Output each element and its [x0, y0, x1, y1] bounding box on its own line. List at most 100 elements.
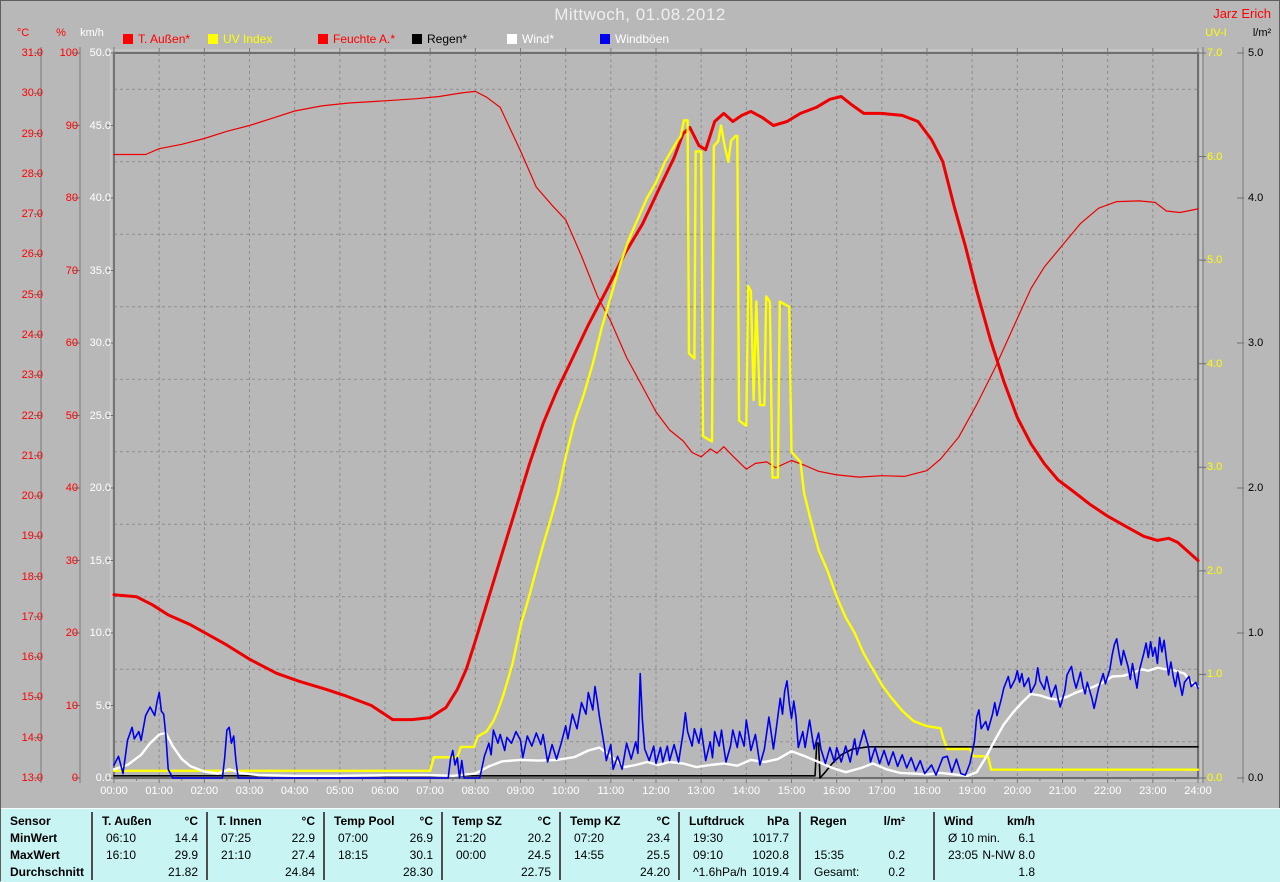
sensor-name: Regen	[810, 813, 847, 828]
sensor-time: 19:30	[693, 830, 724, 845]
table-row-label: MinWert	[1, 829, 91, 846]
sensor-unit: l/m²	[883, 813, 905, 828]
y-tick-label-UV-I: 1.0	[1207, 668, 1223, 681]
table-cell: Temp Pool °C	[323, 812, 441, 829]
weather-chart	[34, 47, 1244, 783]
sensor-value: 21.82	[167, 864, 198, 879]
sensor-unit: °C	[301, 813, 315, 828]
sensor-value: 29.9	[174, 847, 198, 862]
table-cell: 14:55 25.5	[559, 846, 678, 863]
y-tick-label-l/m²: 1.0	[1248, 627, 1264, 639]
table-cell: Temp SZ °C	[441, 812, 559, 829]
sensor-value: 27.4	[291, 847, 315, 862]
y-tick-label-UV-I: 6.0	[1207, 150, 1223, 163]
sensor-unit: °C	[656, 813, 670, 828]
table-cell: 06:10 14.4	[91, 829, 206, 846]
sensor-time: ^1.6hPa/h	[693, 864, 747, 879]
sensor-value: 6.1	[1018, 830, 1035, 845]
legend-swatch-icon	[600, 34, 610, 44]
table-cell: 21.82	[91, 863, 206, 880]
sensor-value: N-NW 8.0	[982, 847, 1035, 862]
y-tick-label-UV-I: 5.0	[1207, 254, 1223, 267]
sensor-time: 00:00	[456, 847, 487, 862]
x-tick-label: 24:00	[1184, 785, 1212, 797]
sensor-name: Temp SZ	[452, 813, 502, 828]
table-cell: 18:15 30.1	[323, 846, 441, 863]
y-tick-label-km/h: 30.0	[89, 337, 111, 349]
legend-swatch-icon	[123, 34, 133, 44]
legend-label: UV Index	[223, 32, 273, 46]
sensor-unit: hPa	[766, 813, 789, 828]
sensor-time: Ø 10 min.	[948, 830, 1001, 845]
y-tick-label-°C: 18.0	[21, 570, 43, 583]
legend-label: Regen*	[427, 32, 468, 46]
table-cell: 24.84	[206, 863, 323, 880]
sensor-value: 20.2	[527, 830, 551, 845]
legend-swatch-icon	[318, 34, 328, 44]
sensor-value: 22.75	[520, 864, 551, 879]
table-cell: 28.30	[323, 863, 441, 880]
sensor-value: 1017.7	[752, 830, 789, 845]
sensor-time: 23:05	[948, 847, 979, 862]
y-tick-label-°C: 28.0	[21, 167, 43, 180]
y-tick-label-l/m²: 0.0	[1248, 772, 1264, 784]
sensor-value: 14.4	[174, 830, 198, 845]
sensor-summary-table: Sensor T. Außen °C T. Innen °C Temp Pool °C Tem…	[1, 808, 1280, 882]
y-tick-label-°C: 16.0	[21, 651, 43, 664]
sensor-value: 25.5	[646, 847, 670, 862]
table-row-label-text: Durchschnitt	[10, 864, 85, 879]
sensor-unit: km/h	[1006, 813, 1035, 828]
sensor-time: 16:10	[106, 847, 137, 862]
table-cell: 15:35 0.2	[799, 846, 933, 863]
y-tick-label-°C: 19.0	[21, 530, 43, 543]
table-cell: Temp KZ °C	[559, 812, 678, 829]
sensor-time: 07:20	[574, 830, 605, 845]
y-tick-label-°C: 21.0	[21, 449, 43, 462]
table-cell: ^1.6hPa/h 1019.4	[678, 863, 799, 880]
y-tick-label-°C: 26.0	[21, 248, 43, 261]
sensor-value: 23.4	[646, 830, 670, 845]
sensor-time: 14:55	[574, 847, 605, 862]
y-tick-label-l/m²: 4.0	[1248, 192, 1264, 204]
y-tick-label-km/h: 35.0	[89, 264, 111, 277]
y-tick-label-°C: 14.0	[21, 731, 43, 744]
table-cell: 21:20 20.2	[441, 829, 559, 846]
y-tick-label-UV-I: 2.0	[1207, 564, 1223, 577]
sensor-name: Temp Pool	[334, 813, 395, 828]
table-cell: T. Innen °C	[206, 812, 323, 829]
legend-item: Regen*	[412, 32, 467, 46]
sensor-name: Wind	[944, 813, 974, 828]
table-cell	[799, 829, 933, 846]
table-cell: 00:00 24.5	[441, 846, 559, 863]
legend-label: Feuchte A.*	[333, 32, 396, 46]
y-tick-label-km/h: 50.0	[89, 47, 111, 59]
table-row-label: Sensor	[1, 812, 91, 829]
table-cell: 09:10 1020.8	[678, 846, 799, 863]
legend-swatch-icon	[507, 34, 517, 44]
y-tick-label-km/h: 10.0	[89, 627, 111, 639]
sensor-time: 15:35	[814, 847, 845, 862]
y-tick-label-°C: 27.0	[21, 208, 43, 221]
sensor-name: T. Innen	[217, 813, 262, 828]
sensor-time: 07:25	[221, 830, 252, 845]
table-cell: Ø 10 min. 6.1	[933, 829, 1280, 846]
sensor-unit: °C	[184, 813, 198, 828]
y-tick-label-km/h: 40.0	[89, 192, 111, 204]
y-tick-label-km/h: 20.0	[89, 482, 111, 494]
sensor-value: 0.2	[888, 864, 905, 879]
y-tick-label-°C: 25.0	[21, 288, 43, 301]
sensor-value: 24.5	[527, 847, 551, 862]
legend-label: Wind*	[522, 32, 555, 46]
sensor-name: Temp KZ	[570, 813, 621, 828]
sensor-time: 07:00	[338, 830, 369, 845]
sensor-value: 30.1	[409, 847, 433, 862]
y-tick-label-l/m²: 3.0	[1248, 337, 1264, 349]
table-cell: Luftdruck hPa	[678, 812, 799, 829]
weather-app-window: { "window": { "title": "Mittwoch, 01.08.…	[0, 0, 1280, 882]
table-row-label: Durchschnitt	[1, 863, 91, 880]
table-cell: 07:20 23.4	[559, 829, 678, 846]
sensor-time: 06:10	[106, 830, 137, 845]
table-cell: 07:00 26.9	[323, 829, 441, 846]
sensor-value: 1019.4	[752, 864, 789, 879]
table-cell: Regen l/m²	[799, 812, 933, 829]
